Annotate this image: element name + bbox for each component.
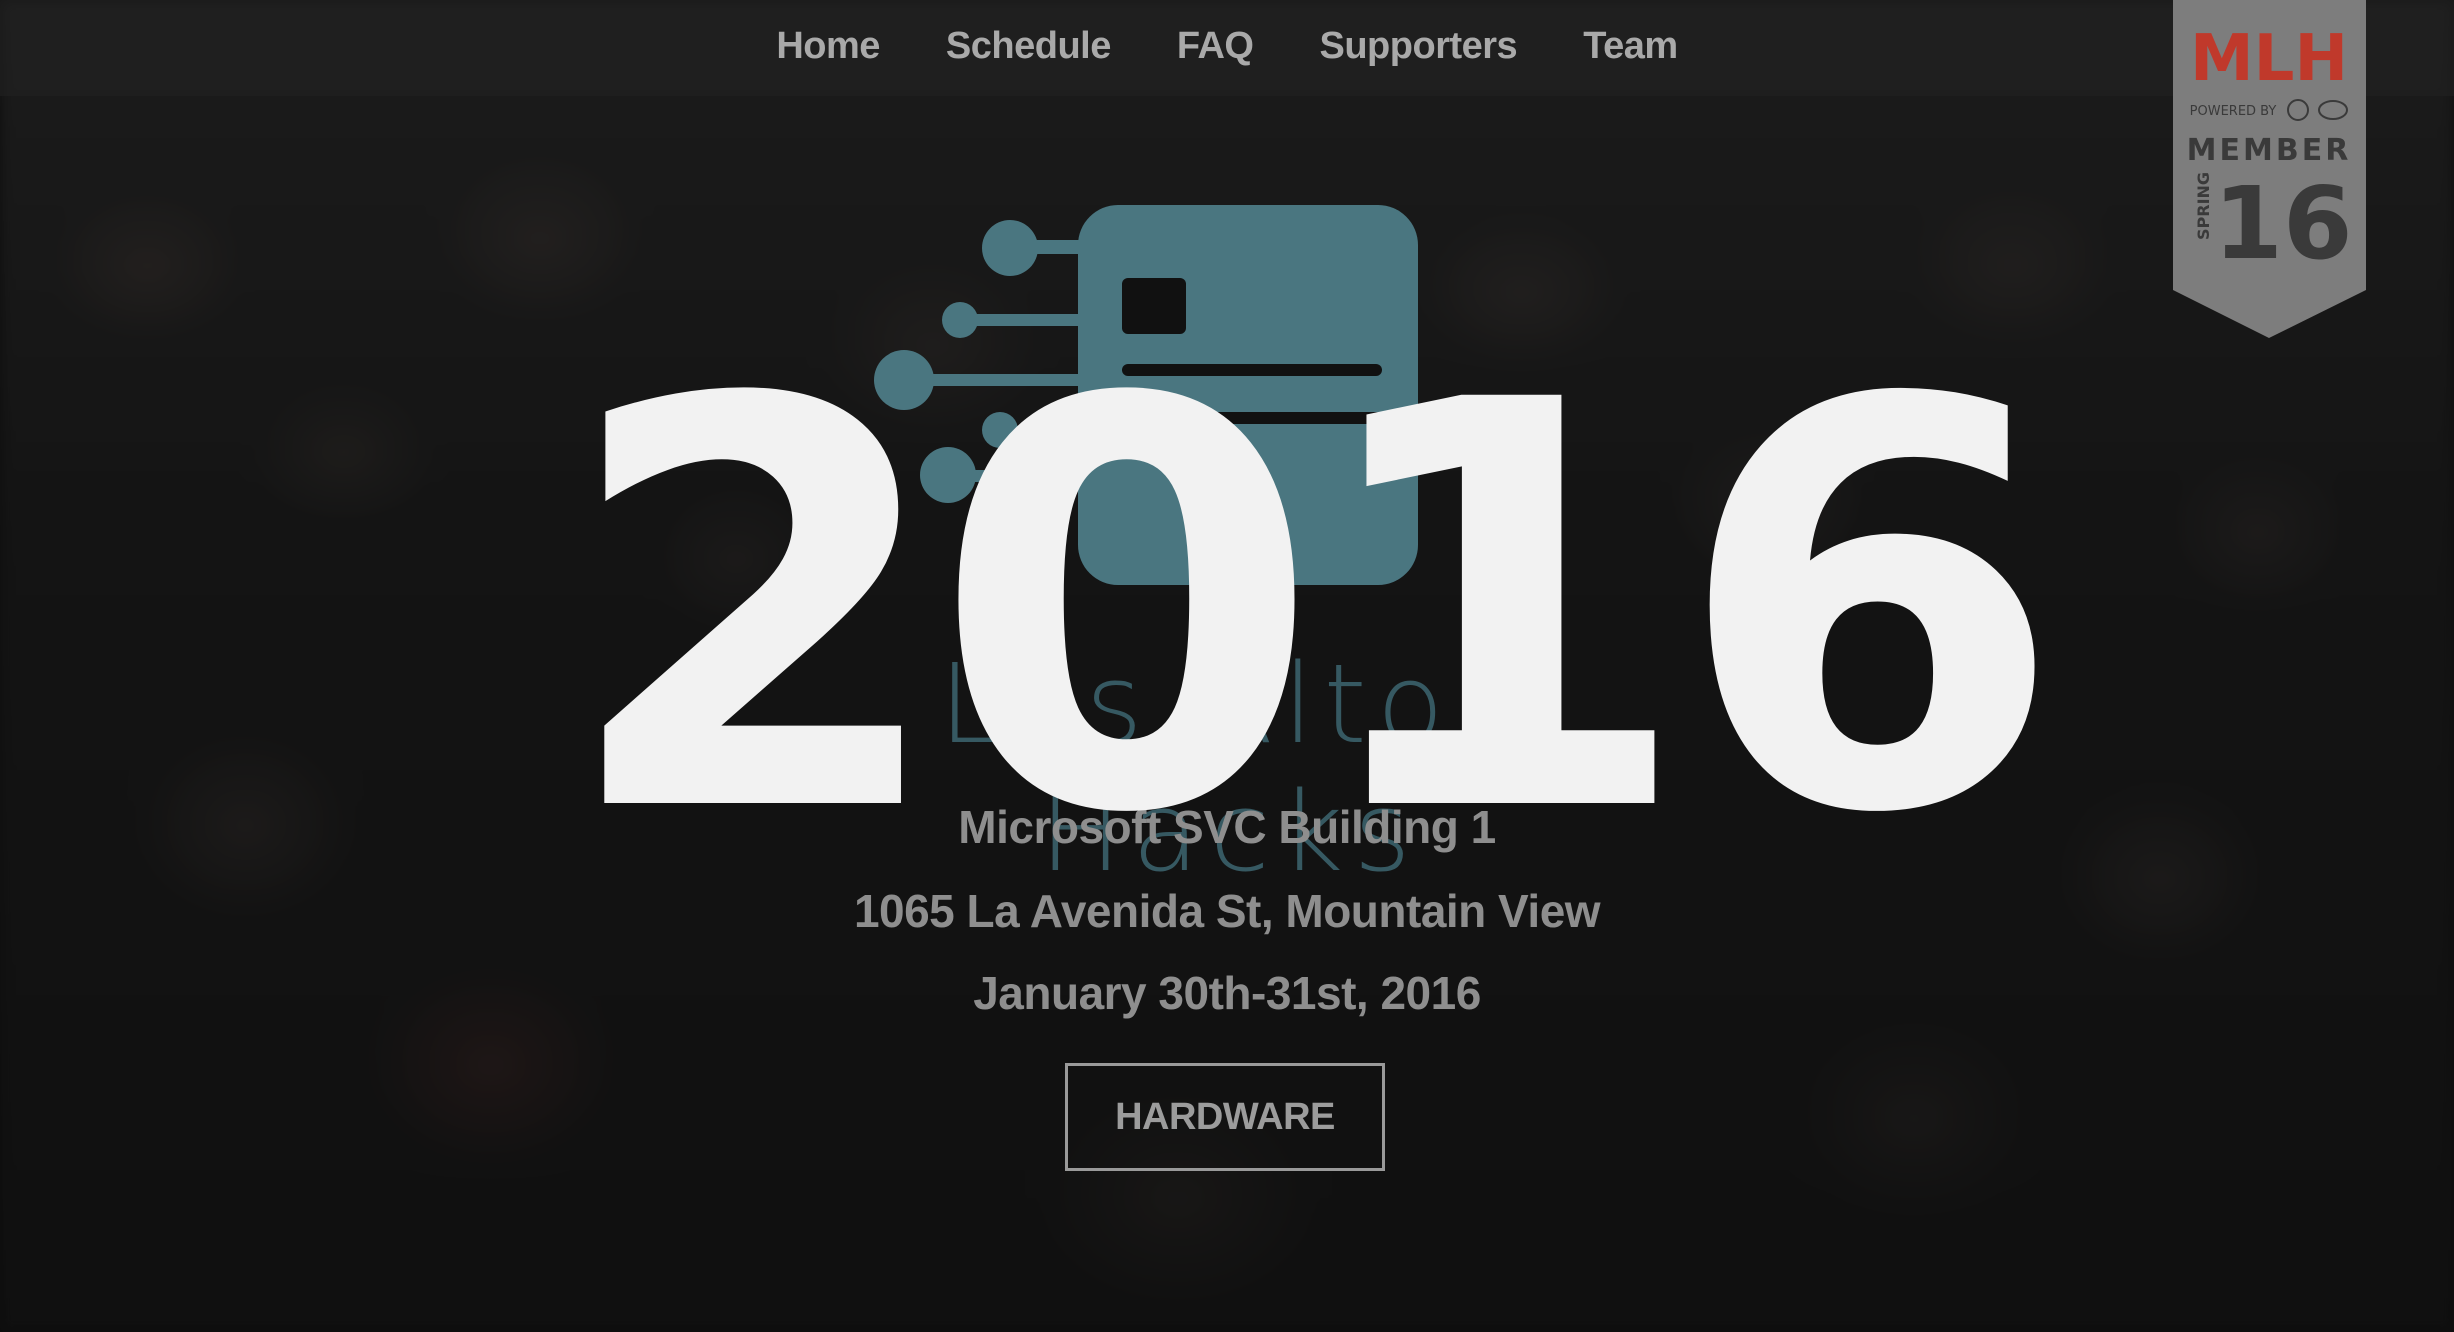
- spring-text: SPRING: [2194, 172, 2213, 240]
- badge-year-text: 16: [2213, 165, 2352, 282]
- nav-supporters-link[interactable]: Supporters: [1320, 25, 1518, 72]
- year-overlay: 2016: [560, 284, 2065, 936]
- powered-by-text: POWERED BY: [2190, 104, 2277, 119]
- dates-text: January 30th-31st, 2016: [973, 967, 1481, 1019]
- member-text: MEMBER: [2187, 133, 2352, 168]
- nav-schedule-link[interactable]: Schedule: [946, 25, 1111, 72]
- nav-faq-link[interactable]: FAQ: [1177, 25, 1254, 72]
- nav-team-link[interactable]: Team: [1583, 25, 1678, 72]
- top-navbar: Home Schedule FAQ Supporters Team: [0, 0, 2454, 96]
- hardware-button[interactable]: HARDWARE: [1065, 1063, 1385, 1171]
- page: Home Schedule FAQ Supporters Team MLH PO…: [0, 0, 2454, 1332]
- mlh-logo-text: MLH: [2190, 22, 2348, 96]
- mlh-member-badge[interactable]: MLH POWERED BY MEMBER SPRING 16: [2173, 0, 2366, 340]
- nav-home-link[interactable]: Home: [776, 25, 880, 72]
